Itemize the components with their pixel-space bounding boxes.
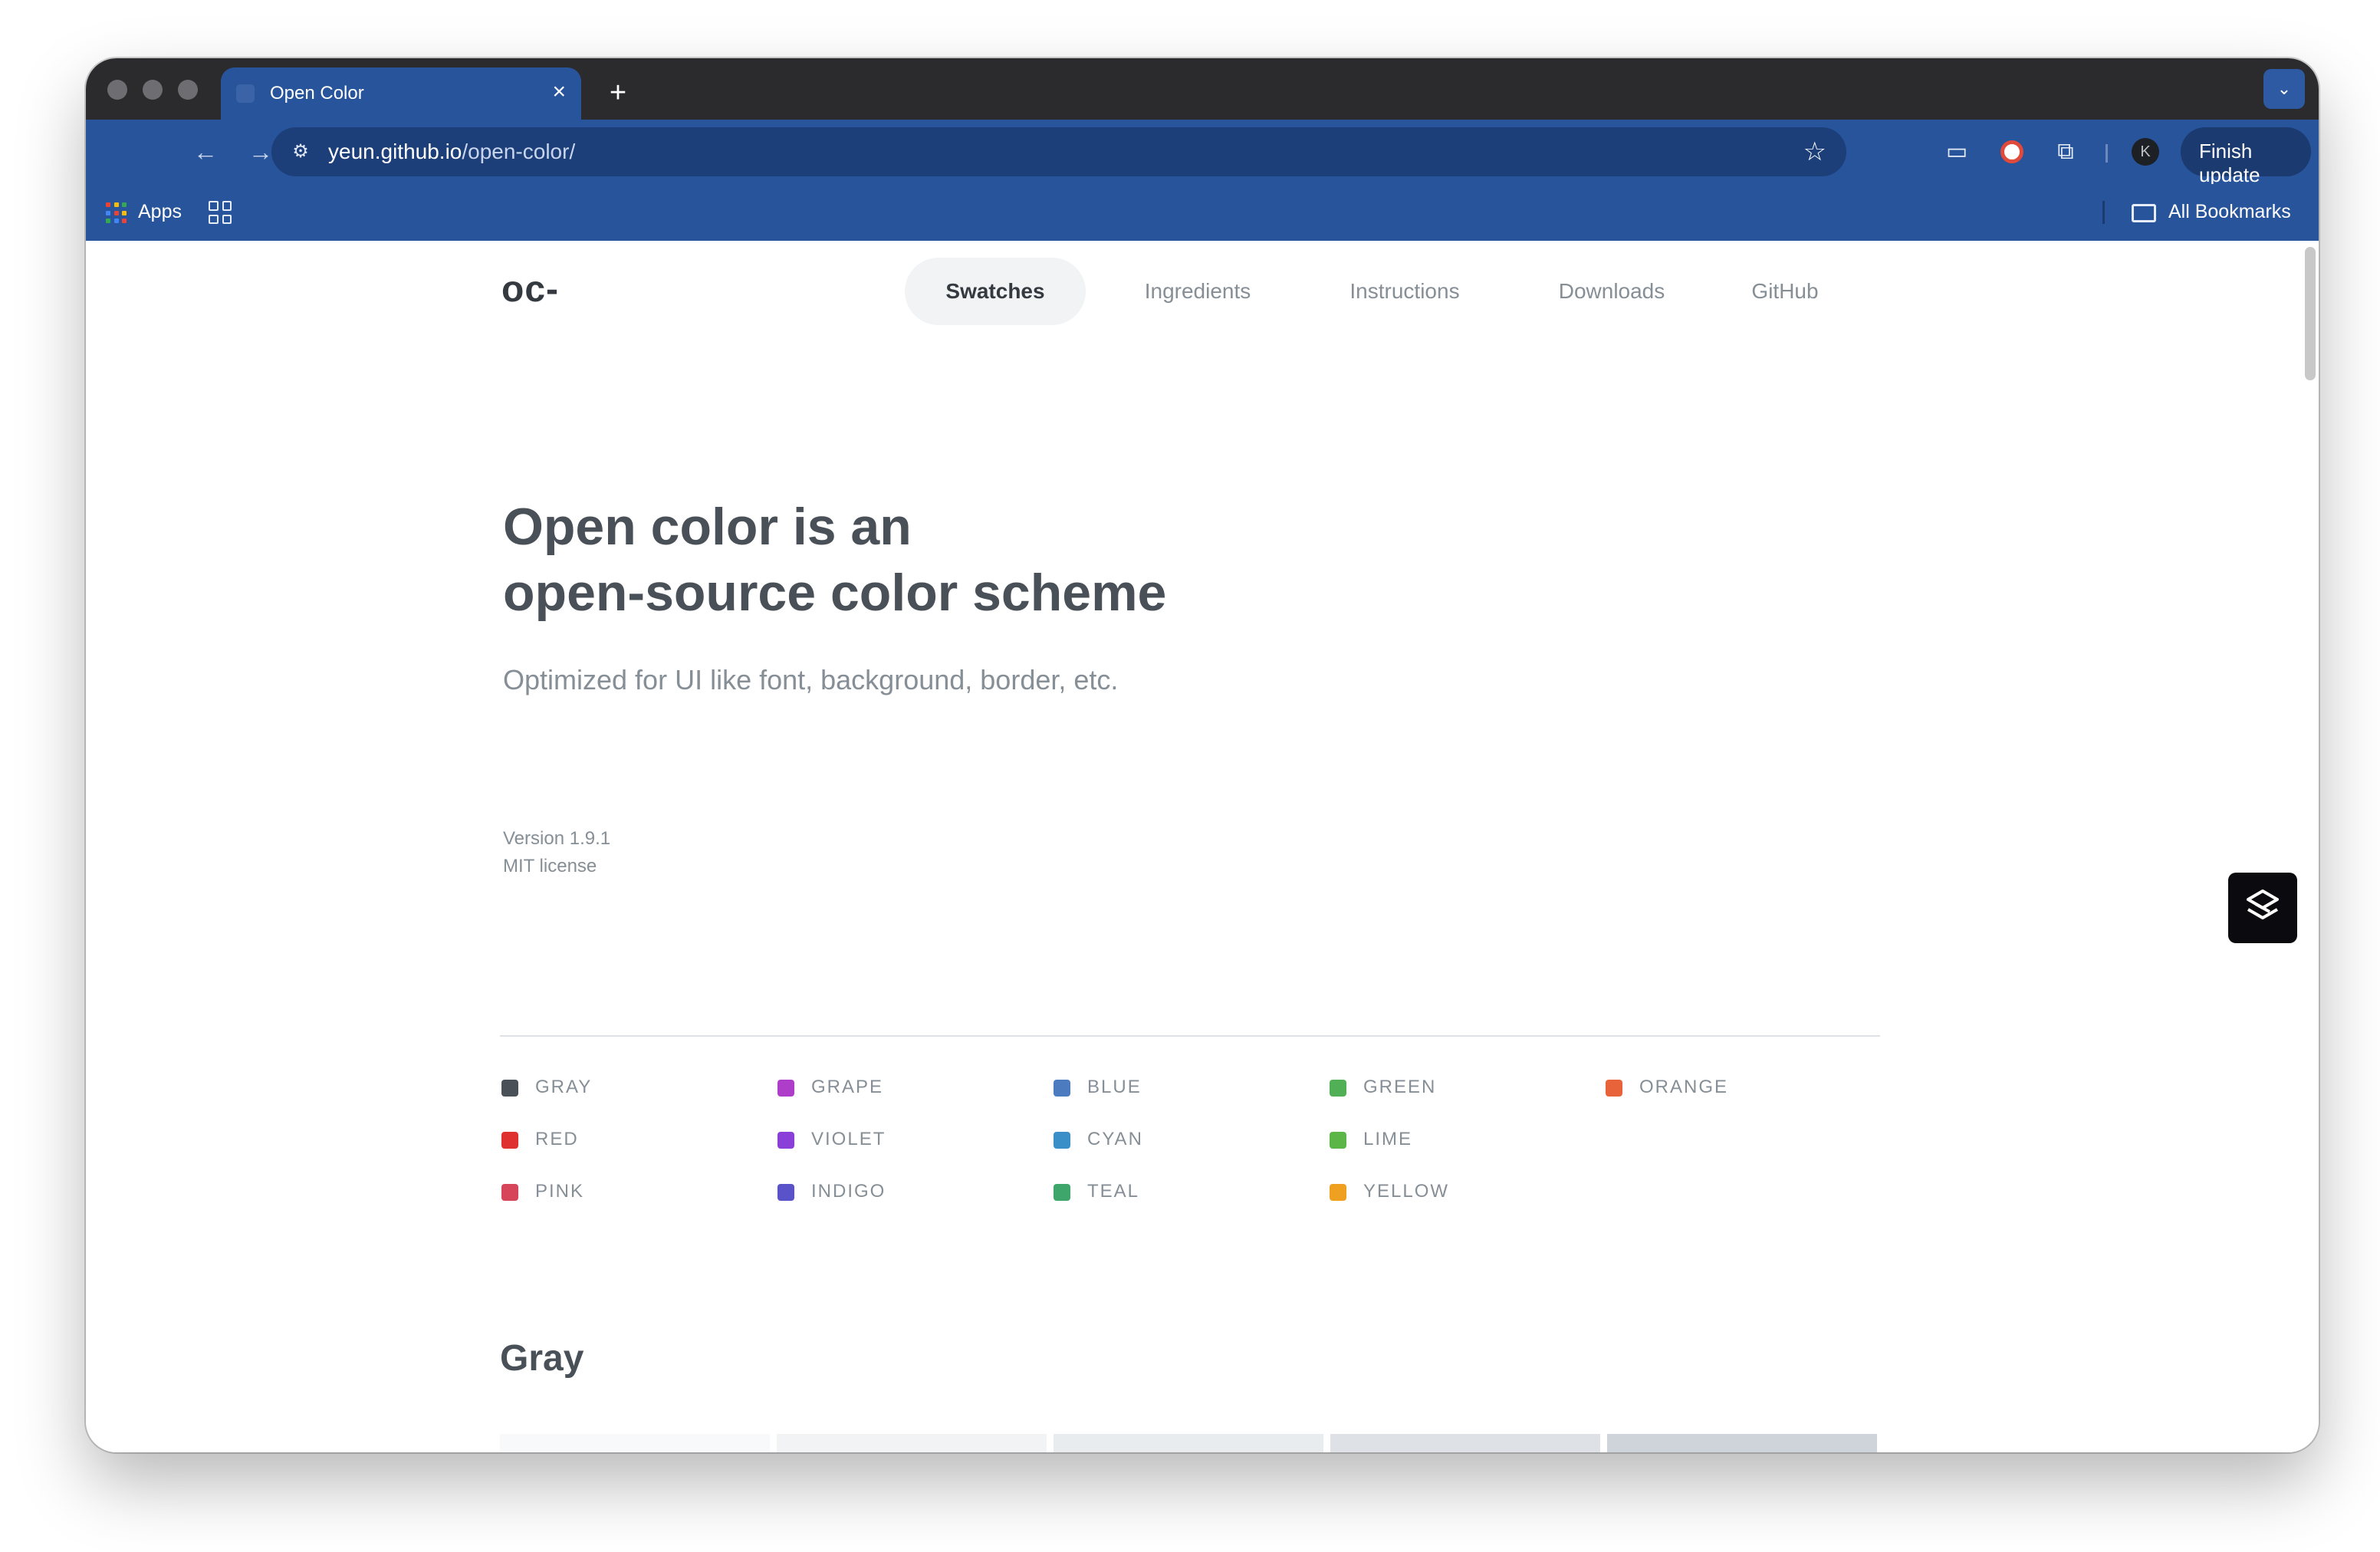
toolbar-divider [2106, 144, 2108, 163]
favicon-icon [236, 84, 255, 103]
gray-swatch-1[interactable] [777, 1434, 1047, 1452]
gray-swatch-2[interactable] [1054, 1434, 1323, 1452]
legend-label: ORANGE [1639, 1077, 1729, 1097]
folder-icon [2132, 204, 2156, 222]
legend-item-cyan[interactable]: CYAN [1054, 1129, 1284, 1152]
apps-bookmark[interactable]: Apps [138, 201, 182, 223]
close-tab-icon[interactable]: × [552, 78, 566, 106]
legend-item-orange[interactable]: ORANGE [1606, 1077, 1836, 1100]
legend-swatch-dot [777, 1132, 794, 1149]
stack-logo-icon [2247, 889, 2279, 919]
hero-title-line-2: open-source color scheme [503, 564, 1167, 622]
license-text: MIT license [503, 856, 597, 876]
legend-item-green[interactable]: GREEN [1330, 1077, 1560, 1100]
page-content: oc- Swatches Ingredients Instructions Do… [86, 241, 2319, 1452]
finish-update-button[interactable]: Finish update [2181, 127, 2311, 186]
nav-swatches[interactable]: Swatches [905, 258, 1086, 325]
legend-label: GRAY [535, 1077, 593, 1097]
legend-item-gray[interactable]: GRAY [501, 1077, 731, 1100]
legend-item-indigo[interactable]: INDIGO [777, 1181, 1008, 1204]
site-logo[interactable]: oc- [501, 268, 559, 311]
section-title-gray: Gray [500, 1338, 584, 1379]
legend-swatch-dot [1606, 1080, 1622, 1097]
legend-swatch-dot [777, 1184, 794, 1201]
apps-icon[interactable] [106, 202, 127, 224]
legend-item-pink[interactable]: PINK [501, 1181, 731, 1204]
gray-swatch-3[interactable] [1330, 1434, 1600, 1452]
hero-subtitle: Optimized for UI like font, background, … [503, 664, 1119, 695]
legend-swatch-dot [1054, 1132, 1070, 1149]
legend-swatch-dot [1054, 1184, 1070, 1201]
legend-item-blue[interactable]: BLUE [1054, 1077, 1284, 1100]
profile-avatar[interactable]: K [2132, 138, 2159, 166]
tab-open-color[interactable]: Open Color × [221, 67, 581, 120]
bookmarks-divider [2102, 201, 2105, 224]
legend-label: VIOLET [811, 1129, 886, 1149]
legend-label: YELLOW [1363, 1181, 1450, 1202]
legend-swatch-dot [1330, 1080, 1346, 1097]
legend-label: TEAL [1087, 1181, 1140, 1202]
legend-label: GRAPE [811, 1077, 884, 1097]
finish-update-label: Finish update [2199, 140, 2260, 186]
legend-item-yellow[interactable]: YELLOW [1330, 1181, 1560, 1204]
legend-item-violet[interactable]: VIOLET [777, 1129, 1008, 1152]
legend-label: PINK [535, 1181, 585, 1202]
browser-toolbar: ← → ↻ ⚙ yeun.github.io/open-color/ ☆ ▭ ⧉… [86, 120, 2319, 186]
new-tab-button[interactable]: + [597, 72, 639, 115]
bookmark-star-icon[interactable]: ☆ [1803, 136, 1826, 167]
page-scrollbar[interactable] [2305, 247, 2316, 380]
bookmarks-bar: Apps All Bookmarks [86, 184, 2319, 241]
nav-ingredients[interactable]: Ingredients [1106, 258, 1290, 325]
legend-swatch-dot [777, 1080, 794, 1097]
gray-swatch-0[interactable] [500, 1434, 770, 1452]
legend-label: CYAN [1087, 1129, 1143, 1149]
legend-swatch-dot [501, 1132, 518, 1149]
gray-swatch-4[interactable] [1607, 1434, 1877, 1452]
tab-search-chevron-icon[interactable]: ⌄ [2263, 69, 2305, 109]
url-domain: yeun.github.io [328, 140, 462, 163]
legend-item-grape[interactable]: GRAPE [777, 1077, 1008, 1100]
tab-groups-icon[interactable] [209, 201, 232, 224]
tab-strip: Open Color × + ⌄ [86, 58, 2319, 120]
legend-swatch-dot [501, 1184, 518, 1201]
extension-circle-icon[interactable] [1997, 136, 2027, 167]
url-path: /open-color/ [462, 140, 576, 163]
legend-label: LIME [1363, 1129, 1413, 1149]
nav-instructions[interactable]: Instructions [1313, 258, 1497, 325]
legend-swatch-dot [501, 1080, 518, 1097]
nav-github[interactable]: GitHub [1708, 258, 1862, 325]
screen-capture-icon[interactable]: ▭ [1941, 136, 1972, 167]
site-settings-icon[interactable]: ⚙ [288, 140, 313, 164]
legend-label: INDIGO [811, 1181, 886, 1202]
puzzle-icon[interactable]: ⧉ [2050, 136, 2081, 167]
legend-swatch-dot [1330, 1132, 1346, 1149]
section-divider [500, 1035, 1880, 1037]
legend-label: GREEN [1363, 1077, 1437, 1097]
nav-downloads[interactable]: Downloads [1520, 258, 1704, 325]
all-bookmarks-button[interactable]: All Bookmarks [2168, 201, 2291, 223]
floating-widget-button[interactable] [2228, 873, 2297, 943]
legend-label: BLUE [1087, 1077, 1142, 1097]
hero-title: Open color is an open-source color schem… [503, 494, 1166, 626]
tab-title: Open Color [270, 83, 364, 104]
browser-window: Open Color × + ⌄ ← → ↻ ⚙ yeun.github.io/… [86, 58, 2319, 1452]
url-text[interactable]: yeun.github.io/open-color/ [328, 140, 575, 164]
hero-title-line-1: Open color is an [503, 498, 912, 556]
zoom-window-button[interactable] [178, 80, 198, 100]
minimize-window-button[interactable] [143, 80, 163, 100]
legend-item-teal[interactable]: TEAL [1054, 1181, 1284, 1204]
back-arrow-icon[interactable]: ← [187, 133, 224, 170]
legend-swatch-dot [1330, 1184, 1346, 1201]
legend-label: RED [535, 1129, 579, 1149]
legend-item-lime[interactable]: LIME [1330, 1129, 1560, 1152]
address-bar[interactable]: ⚙ yeun.github.io/open-color/ ☆ [271, 127, 1846, 176]
close-window-button[interactable] [107, 80, 127, 100]
legend-item-red[interactable]: RED [501, 1129, 731, 1152]
legend-swatch-dot [1054, 1080, 1070, 1097]
version-text: Version 1.9.1 [503, 828, 611, 849]
